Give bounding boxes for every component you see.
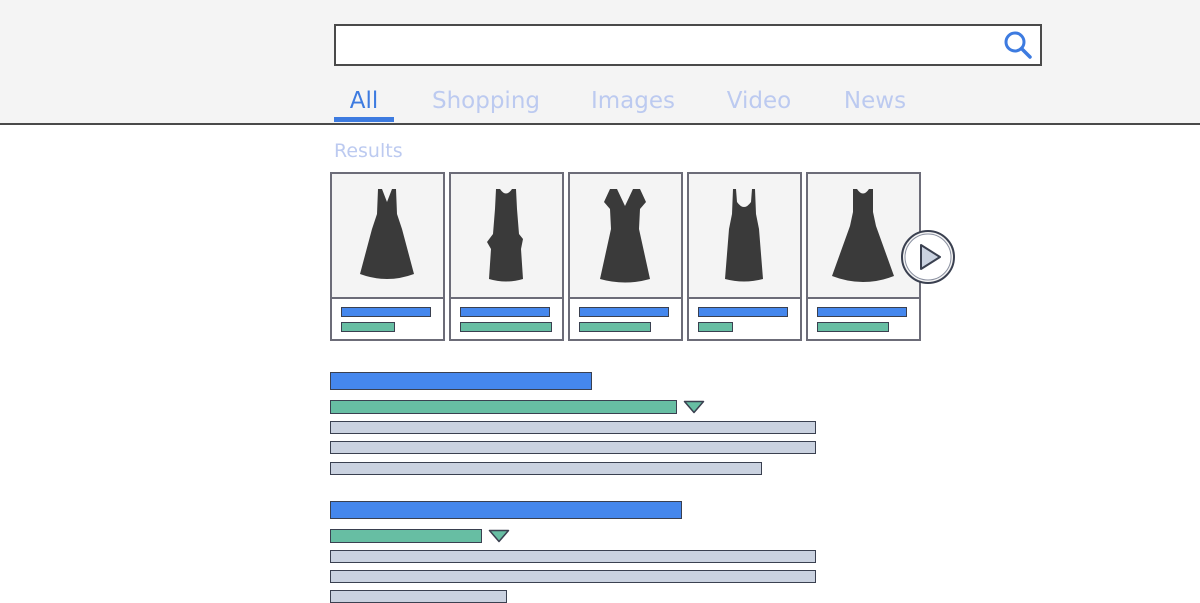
url-dropdown-arrow-icon[interactable] (683, 400, 705, 414)
product-info (808, 299, 919, 339)
product-info (570, 299, 681, 339)
product-image (451, 174, 562, 299)
search-icon[interactable] (1002, 29, 1034, 61)
active-tab-indicator (334, 117, 394, 122)
dress-icon (600, 189, 650, 283)
result-snippet-line (330, 441, 816, 454)
product-title-bar (460, 307, 550, 317)
result-snippet-line (330, 570, 816, 583)
tab-news[interactable]: News (838, 86, 912, 124)
product-image (689, 174, 800, 299)
product-title-bar (341, 307, 431, 317)
product-title-bar (817, 307, 907, 317)
result-title-link[interactable] (330, 501, 682, 519)
product-card[interactable] (330, 172, 445, 341)
product-title-bar (698, 307, 788, 317)
results-label: Results (334, 140, 403, 162)
product-info (689, 299, 800, 339)
dress-icon (360, 189, 414, 279)
search-header: All Shopping Images Video News (0, 0, 1200, 125)
product-card[interactable] (568, 172, 683, 341)
play-arrow-icon[interactable] (900, 229, 956, 285)
result-snippet-line (330, 590, 507, 603)
search-input[interactable] (334, 24, 1042, 66)
tab-video[interactable]: Video (720, 86, 798, 124)
dress-icon (487, 189, 523, 282)
tab-shopping[interactable]: Shopping (425, 86, 547, 124)
product-image (332, 174, 443, 299)
product-info (332, 299, 443, 339)
result-url-bar[interactable] (330, 400, 677, 414)
result-snippet-line (330, 421, 816, 434)
tab-images[interactable]: Images (585, 86, 681, 124)
result-url-bar[interactable] (330, 529, 482, 543)
url-dropdown-arrow-icon[interactable] (488, 529, 510, 543)
product-card[interactable] (687, 172, 802, 341)
product-price-bar (579, 322, 651, 332)
product-price-bar (460, 322, 552, 332)
product-price-bar (817, 322, 889, 332)
dress-icon (725, 189, 763, 282)
product-card[interactable] (449, 172, 564, 341)
product-title-bar (579, 307, 669, 317)
product-image (570, 174, 681, 299)
product-price-bar (341, 322, 395, 332)
product-info (451, 299, 562, 339)
result-snippet-line (330, 462, 762, 475)
result-snippet-line (330, 550, 816, 563)
result-title-link[interactable] (330, 372, 592, 390)
dress-icon (832, 189, 894, 282)
product-price-bar (698, 322, 733, 332)
